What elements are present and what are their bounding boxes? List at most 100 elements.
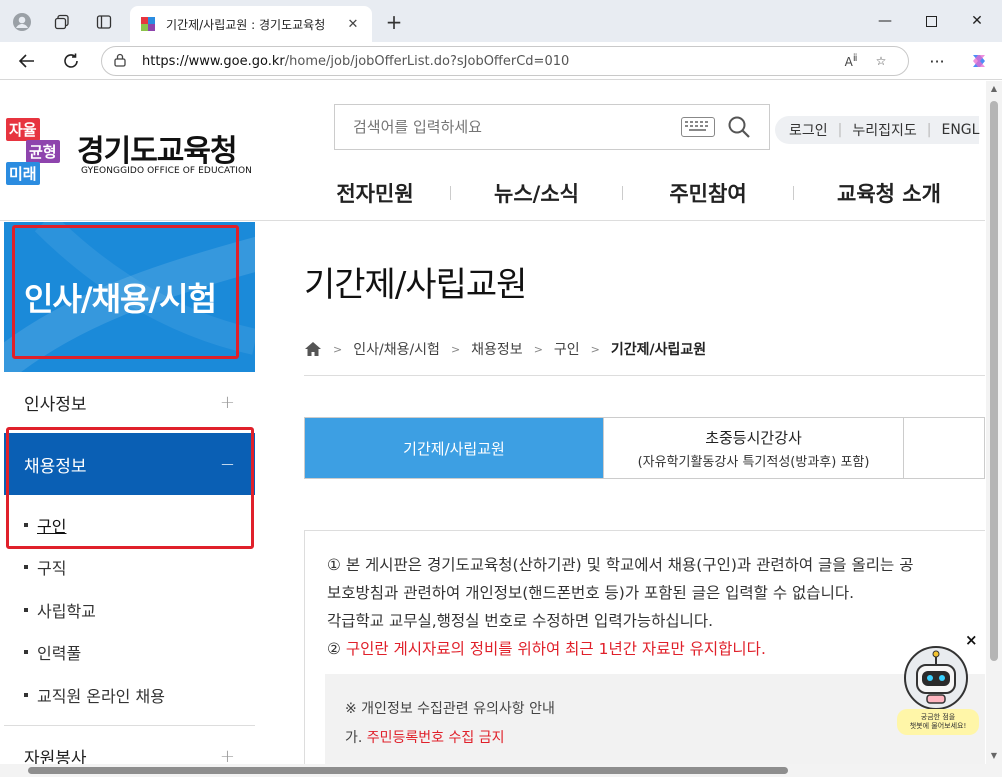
header-divider (0, 220, 985, 221)
privacy-red-text: 주민등록번호 수집 금지 (366, 730, 505, 746)
web-page: 자율 균형 미래 경기도교육청 GYEONGGIDO OFFICE OF EDU… (0, 81, 985, 764)
chatbot-widget[interactable]: × 궁금한 점을 챗봇에 물어보세요! (895, 631, 985, 743)
lock-icon[interactable] (114, 53, 134, 70)
more-menu-icon[interactable]: ··· (922, 46, 952, 76)
english-link[interactable]: ENGL (941, 122, 979, 138)
content-tabs: 기간제/사립교원 초중등시간강사 (자유학기활동강사 특기적성(방과후) 포함) (304, 417, 985, 479)
url-text[interactable]: https://www.goe.go.kr/home/job/jobOfferL… (142, 54, 836, 69)
vertical-scroll-thumb[interactable] (990, 101, 998, 661)
sidebar-item-label: 인사정보 (24, 395, 87, 415)
utility-links: 로그인 | 누리집지도 | ENGL (775, 116, 980, 144)
scroll-up-icon[interactable]: ▲ (988, 84, 1000, 93)
expand-plus-icon[interactable]: + (220, 392, 235, 413)
copilot-icon[interactable] (964, 46, 994, 76)
new-tab-button[interactable]: + (380, 8, 408, 36)
tab-close-icon[interactable]: ✕ (344, 17, 362, 32)
scroll-down-icon[interactable]: ▼ (988, 751, 1000, 760)
chatbot-prompt-bubble[interactable]: 궁금한 점을 챗봇에 물어보세요! (897, 709, 979, 735)
logo-badge-word: 미래 (6, 162, 40, 185)
bullet-icon (24, 608, 28, 612)
sidebar-subitem-label: 인력풀 (37, 644, 82, 663)
sitemap-link[interactable]: 누리집지도 (852, 120, 916, 140)
privacy-notice-line: 가. 주민등록번호 수집 금지 (345, 727, 504, 747)
favorite-star-icon[interactable]: ☆ (866, 54, 896, 68)
sidebar-item-personnel[interactable]: 인사정보 + (4, 372, 255, 434)
tab-part-time-lecturer[interactable]: 초중등시간강사 (자유학기활동강사 특기적성(방과후) 포함) (604, 418, 904, 478)
notice-red-text: 구인란 게시자료의 정비를 위하여 최근 1년간 자료만 유지합니다. (345, 640, 766, 658)
profile-icon[interactable] (8, 8, 36, 36)
logo-name: 경기도교육청 (77, 134, 238, 169)
tab-fixed-term-teacher[interactable]: 기간제/사립교원 (305, 418, 604, 478)
bullet-icon (24, 650, 28, 654)
sidebar-item-volunteer[interactable]: 자원봉사 + (4, 725, 255, 764)
horizontal-scrollbar[interactable] (0, 764, 1002, 777)
notice-line-red: ② 구인란 게시자료의 정비를 위하여 최근 1년간 자료만 유지합니다. (327, 637, 766, 659)
address-bar[interactable]: https://www.goe.go.kr/home/job/jobOfferL… (101, 46, 909, 76)
url-host: https://www.goe.go.kr (142, 53, 285, 69)
browser-tab[interactable]: 기간제/사립교원 : 경기도교육청 ✕ (130, 6, 372, 42)
virtual-keyboard-icon[interactable] (681, 117, 715, 137)
logo-badge-word: 균형 (26, 140, 60, 163)
maximize-icon[interactable] (908, 6, 954, 36)
tab-title: 기간제/사립교원 : 경기도교육청 (166, 17, 326, 32)
logo-badge-word: 자율 (6, 118, 40, 141)
browser-titlebar: 기간제/사립교원 : 경기도교육청 ✕ + — ✕ (0, 0, 1002, 42)
privacy-notice-title: ※ 개인정보 수집관련 유의사항 안내 (345, 701, 555, 717)
workspaces-icon[interactable] (48, 8, 76, 36)
tab-label: 기간제/사립교원 (403, 439, 505, 458)
notice-line-prefix: ② (327, 640, 346, 658)
gnb-item-participation[interactable]: 주민참여 (623, 178, 793, 208)
vertical-scrollbar[interactable]: ▲ ▼ (986, 81, 1002, 764)
breadcrumb-item[interactable]: 구인 (554, 339, 580, 359)
chevron-right-icon: > (590, 342, 600, 356)
breadcrumb-item[interactable]: 채용정보 (471, 339, 523, 359)
sidebar-subitem-private-school[interactable]: 사립학교 (24, 598, 96, 622)
chevron-right-icon: > (533, 342, 543, 356)
sidebar-subitem-job-seek[interactable]: 구직 (24, 555, 66, 579)
horizontal-scroll-thumb[interactable] (28, 767, 788, 774)
back-icon[interactable] (12, 46, 42, 76)
read-aloud-icon[interactable]: Aⅱ (836, 53, 866, 69)
chevron-right-icon: > (450, 342, 461, 356)
refresh-icon[interactable] (56, 46, 86, 76)
minimize-icon[interactable]: — (862, 6, 908, 36)
robot-icon[interactable] (903, 645, 969, 711)
logo-english: GYEONGGIDO OFFICE OF EDUCATION (81, 166, 252, 176)
util-divider: | (837, 122, 843, 138)
breadcrumb-item[interactable]: 인사/채용/시험 (353, 339, 440, 359)
notice-line: ① 본 게시판은 경기도교육청(산하기관) 및 학교에서 채용(구인)과 관련하… (327, 556, 914, 574)
login-link[interactable]: 로그인 (789, 120, 828, 140)
highlight-box (6, 427, 254, 549)
chatbot-prompt-line: 궁금한 점을 (920, 713, 956, 721)
tab-actions-icon[interactable] (90, 8, 118, 36)
sidebar-item-label: 자원봉사 (24, 749, 87, 764)
chatbot-prompt-line: 챗봇에 물어보세요! (909, 722, 967, 730)
gnb-item-about[interactable]: 교육청 소개 (794, 178, 984, 208)
breadcrumb: > 인사/채용/시험 > 채용정보 > 구인 > 기간제/사립교원 (304, 339, 706, 359)
site-search (334, 104, 770, 150)
site-logo[interactable]: 자율 균형 미래 경기도교육청 GYEONGGIDO OFFICE OF EDU… (4, 114, 266, 186)
sidebar-subitem-label: 구직 (37, 559, 67, 578)
site-favicon-icon (141, 17, 155, 31)
chevron-right-icon: > (333, 342, 343, 356)
close-window-icon[interactable]: ✕ (954, 6, 1000, 36)
sidebar-subitem-label: 교직원 온라인 채용 (37, 687, 165, 706)
notice-line: 각급학교 교무실,행정실 번호로 수정하면 입력가능하십니다. (327, 612, 714, 630)
gnb-item-civil[interactable]: 전자민원 (300, 178, 450, 208)
home-icon[interactable] (304, 341, 322, 357)
search-icon[interactable] (727, 115, 751, 139)
sidebar-subitem-talent-pool[interactable]: 인력풀 (24, 640, 81, 664)
expand-plus-icon[interactable]: + (220, 746, 235, 764)
tab-sublabel: (자유학기활동강사 특기적성(방과후) 포함) (637, 454, 870, 470)
sidebar-subitem-online-hiring[interactable]: 교직원 온라인 채용 (24, 683, 165, 707)
main-navigation: 전자민원 뉴스/소식 주민참여 교육청 소개 (300, 171, 985, 215)
url-path: /home/job/jobOfferList.do?sJobOfferCd=01… (284, 53, 570, 69)
search-input[interactable] (353, 118, 681, 136)
page-title: 기간제/사립교원 (304, 265, 527, 305)
bullet-icon (24, 565, 28, 569)
gnb-item-news[interactable]: 뉴스/소식 (451, 178, 622, 208)
privacy-notice-panel: ※ 개인정보 수집관련 유의사항 안내 가. 주민등록번호 수집 금지 (325, 674, 985, 764)
breadcrumb-current: 기간제/사립교원 (610, 342, 707, 358)
logo-badge: 자율 균형 미래 (4, 114, 68, 186)
tab-label: 초중등시간강사 (705, 428, 802, 447)
